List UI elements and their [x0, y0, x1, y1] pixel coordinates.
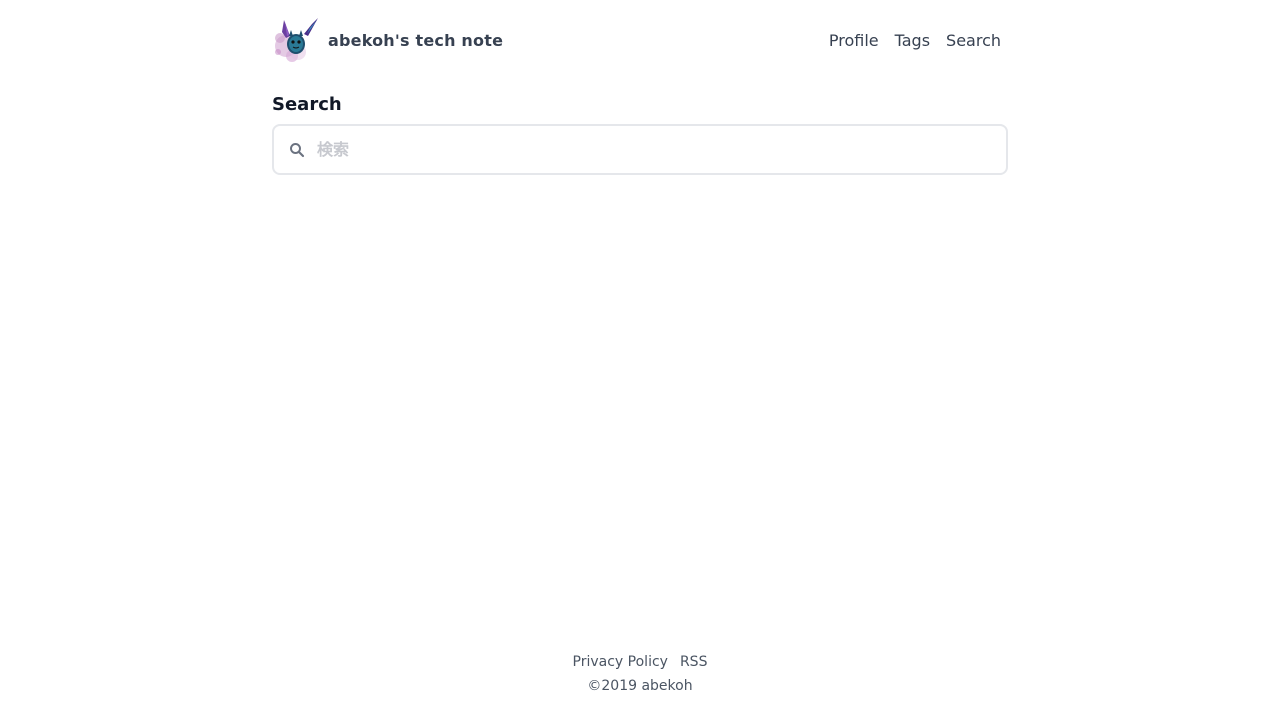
search-icon	[286, 139, 308, 161]
nav-profile[interactable]: Profile	[829, 27, 879, 54]
search-box[interactable]	[272, 124, 1008, 175]
home-link[interactable]: abekoh's tech note	[272, 16, 503, 64]
site-title: abekoh's tech note	[328, 30, 504, 50]
search-input[interactable]	[317, 134, 977, 165]
site-footer: Privacy Policy RSS ©2019 abekoh	[0, 650, 1280, 698]
privacy-policy-link[interactable]: Privacy Policy	[573, 654, 668, 670]
copyright: ©2019 abekoh	[587, 678, 693, 694]
footer-links: Privacy Policy RSS	[0, 650, 1280, 674]
content-container: abekoh's tech note Profile Tags Search S…	[272, 0, 1008, 175]
bat-logo-icon	[275, 18, 318, 62]
page-title: Search	[272, 94, 342, 115]
page: abekoh's tech note Profile Tags Search S…	[0, 0, 1280, 720]
main-content: Search	[272, 93, 1008, 175]
main-nav: Profile Tags Search	[813, 27, 1008, 54]
rss-link[interactable]: RSS	[680, 654, 708, 670]
nav-tags[interactable]: Tags	[895, 27, 930, 54]
nav-search[interactable]: Search	[946, 27, 1001, 54]
site-header: abekoh's tech note Profile Tags Search	[272, 0, 1008, 80]
